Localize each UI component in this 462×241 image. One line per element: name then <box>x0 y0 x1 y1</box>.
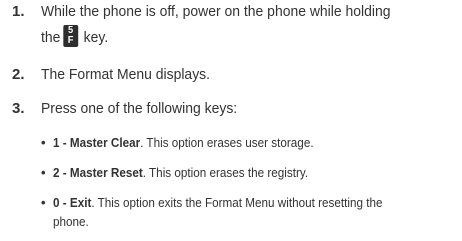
option-description-continued: phone. <box>53 214 89 229</box>
key-glyph-bottom: F <box>67 35 74 46</box>
step-text-fragment: the <box>41 29 61 46</box>
format-key-icon: 5F <box>63 25 79 47</box>
step-text-line: Press one of the following keys: <box>41 100 238 117</box>
option-label: 2 - Master Reset <box>53 165 143 180</box>
option-text: 1 - Master Clear. This option erases use… <box>53 133 413 152</box>
option-text: 0 - Exit. This option exits the Format M… <box>53 193 413 231</box>
step-number: 3. <box>12 100 25 117</box>
step-number: 1. <box>12 3 25 20</box>
option-description: . This option exits the Format Menu with… <box>91 195 383 210</box>
bullet-dot: • <box>41 195 46 210</box>
bullet-dot: • <box>41 165 46 180</box>
option-description: . This option erases the registry. <box>142 165 309 180</box>
option-label: 0 - Exit <box>53 195 92 210</box>
step-text-line: the 5 Fkey. <box>41 25 422 51</box>
bullet-dot: • <box>41 135 46 150</box>
step-number: 2. <box>12 66 25 83</box>
step-text: Press one of the following keys: <box>41 96 422 122</box>
step-text-fragment: key. <box>83 29 109 46</box>
step-text: While the phone is off, power on the pho… <box>41 0 422 51</box>
option-text: 2 - Master Reset. This option erases the… <box>53 163 413 182</box>
step-text: The Format Menu displays. <box>41 62 422 88</box>
option-label: 1 - Master Clear <box>53 135 141 150</box>
step-text-line: While the phone is off, power on the pho… <box>41 3 391 20</box>
instruction-document: 1. While the phone is off, power on the … <box>0 0 462 241</box>
step-text-line: The Format Menu displays. <box>41 66 211 83</box>
option-description: . This option erases user storage. <box>140 135 314 150</box>
